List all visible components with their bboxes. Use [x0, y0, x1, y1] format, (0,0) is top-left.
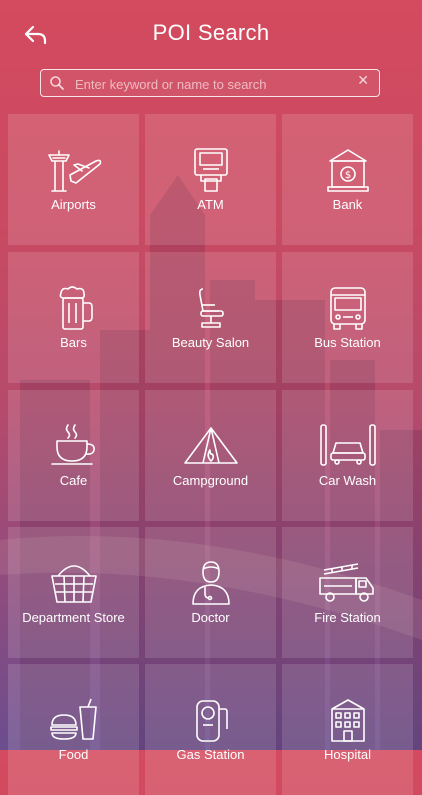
category-airports[interactable]: Airports	[8, 114, 139, 245]
category-gas-station[interactable]: Gas Station	[145, 664, 276, 795]
category-fire-station[interactable]: Fire Station	[282, 527, 413, 658]
category-campground[interactable]: Campground	[145, 390, 276, 521]
gas-pump-icon	[195, 700, 228, 742]
tent-icon	[183, 427, 238, 464]
salon-chair-icon	[198, 288, 224, 328]
close-icon[interactable]: ✕	[357, 73, 369, 89]
fire-truck-icon	[318, 563, 374, 602]
coffee-cup-icon	[50, 424, 95, 465]
search-icon	[50, 76, 64, 90]
category-label: Bank	[332, 197, 363, 212]
page-title: POI Search	[152, 20, 270, 45]
category-label: Hospital	[324, 747, 371, 762]
category-bus-station[interactable]: Bus Station	[282, 252, 413, 383]
beer-mug-icon	[59, 286, 93, 330]
category-label: Fire Station	[314, 610, 381, 625]
airport-icon	[47, 150, 101, 192]
category-label: Cafe	[59, 473, 88, 488]
svg-text:$: $	[344, 170, 350, 181]
doctor-icon	[191, 561, 230, 605]
atm-icon	[193, 148, 228, 192]
shopping-basket-icon	[50, 565, 97, 603]
category-atm[interactable]: ATM	[145, 114, 276, 245]
category-label: Gas Station	[176, 747, 245, 762]
category-doctor[interactable]: Doctor	[145, 527, 276, 658]
car-wash-icon	[319, 424, 376, 466]
category-label: Car Wash	[318, 473, 377, 488]
search-input[interactable]	[73, 72, 347, 96]
category-beauty-salon[interactable]: Beauty Salon	[145, 252, 276, 383]
category-label: Doctor	[191, 610, 230, 625]
category-label: Airports	[51, 197, 96, 212]
fast-food-icon	[49, 698, 97, 740]
category-label: Bus Station	[314, 335, 381, 350]
category-cafe[interactable]: Cafe	[8, 390, 139, 521]
category-label: Beauty Salon	[171, 335, 250, 350]
category-food[interactable]: Food	[8, 664, 139, 795]
search-bar: ✕	[40, 69, 380, 97]
category-car-wash[interactable]: Car Wash	[282, 390, 413, 521]
category-department-store[interactable]: Department Store	[8, 527, 139, 658]
category-label: Bars	[60, 335, 87, 350]
category-bars[interactable]: Bars	[8, 252, 139, 383]
category-label: Campground	[172, 473, 249, 488]
bank-icon: $	[326, 149, 369, 192]
category-label: Department Store	[22, 610, 125, 625]
app-header: POI Search	[0, 0, 422, 68]
category-label: Food	[58, 747, 89, 762]
category-bank[interactable]: $ Bank	[282, 114, 413, 245]
category-label: ATM	[197, 197, 224, 212]
bus-icon	[329, 287, 366, 330]
category-hospital[interactable]: Hospital	[282, 664, 413, 795]
hospital-icon	[330, 699, 365, 742]
